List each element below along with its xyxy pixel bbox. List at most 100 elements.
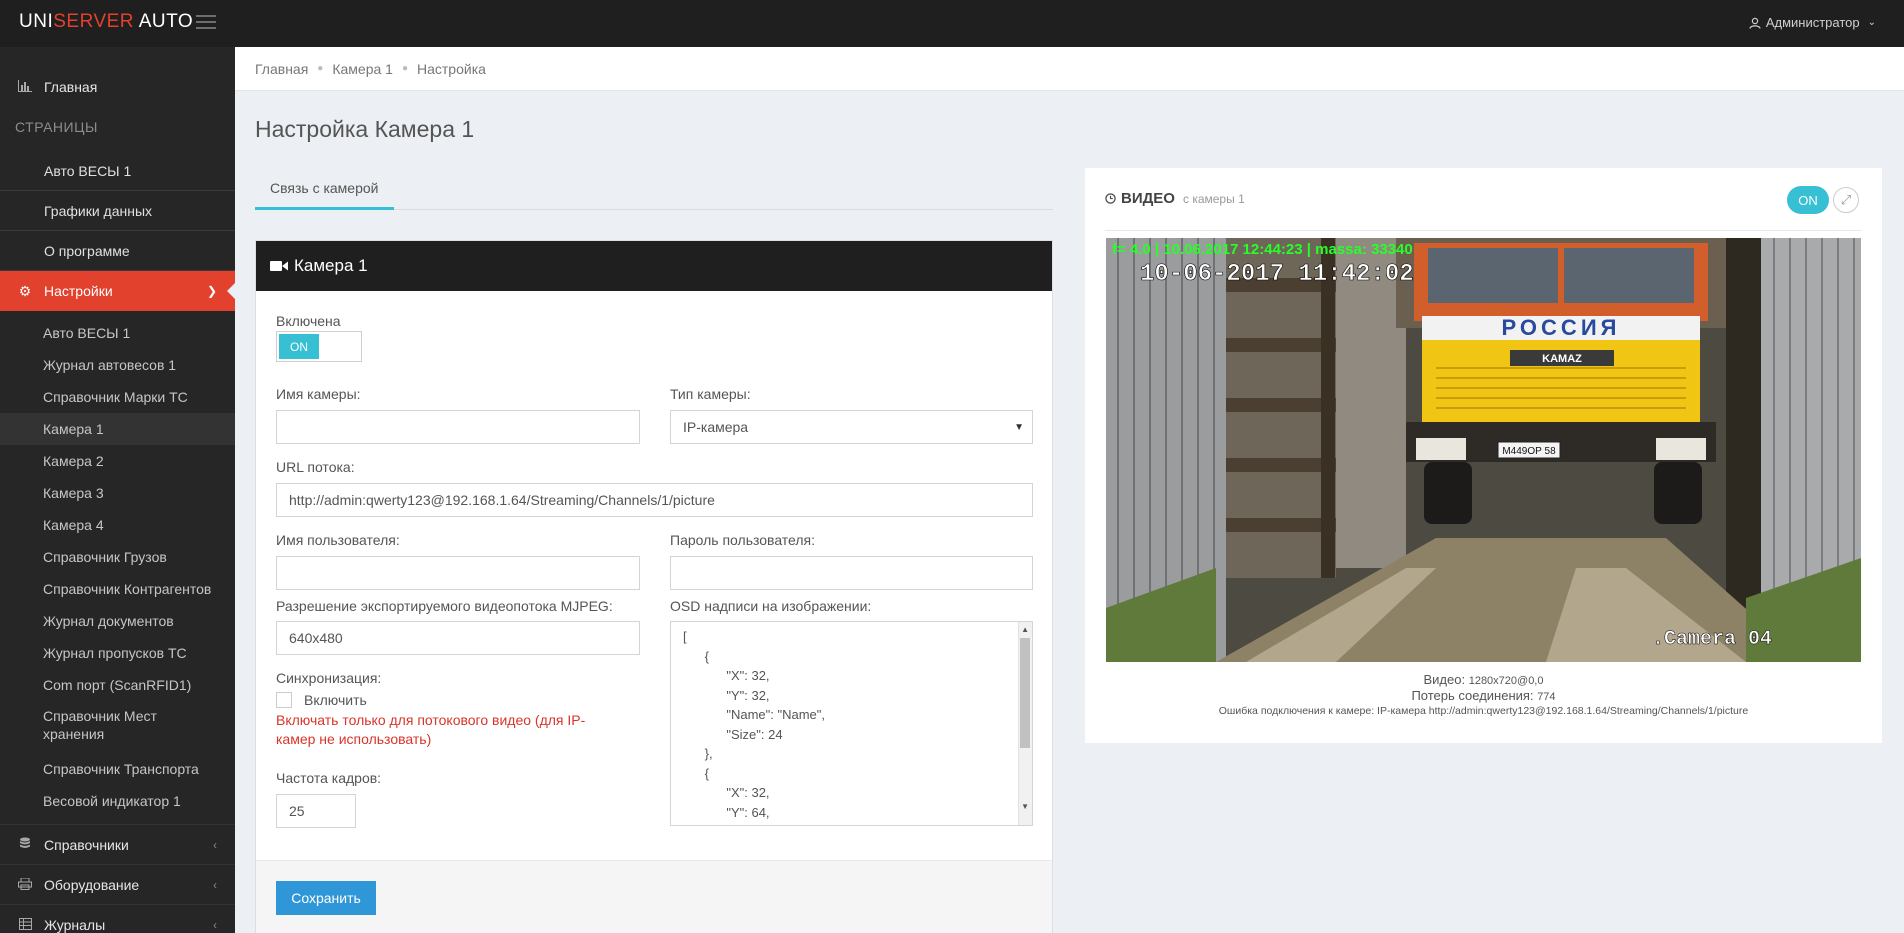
video-frame: РОССИЯ KAMAZ М449ОР 58 f= 4.0 | 10.06.20… xyxy=(1106,238,1861,662)
sidebar-header-pages: СТРАНИЦЫ xyxy=(15,119,98,135)
osd-label: OSD надписи на изображении: xyxy=(670,598,872,614)
sync-checkbox[interactable] xyxy=(276,692,292,708)
expand-icon[interactable]: ⤢ xyxy=(1833,187,1859,213)
breadcrumb-separator: ● xyxy=(401,63,408,74)
video-panel: ВИДЕО с камеры 1 ON ⤢ РОССИЯ KAMAZ М449О… xyxy=(1085,168,1882,743)
enabled-toggle[interactable]: ON xyxy=(276,331,362,362)
video-overlay-green: f= 4.0 | 10.06.2017 12:44:23 | massa: 33… xyxy=(1112,241,1413,258)
sidebar-sub-item[interactable]: Весовой индикатор 1 xyxy=(0,785,235,817)
page-title: Настройка Камера 1 xyxy=(255,116,475,142)
sidebar-sub-item[interactable]: Справочник Транспорта xyxy=(0,753,235,785)
video-panel-header: ВИДЕО с камеры 1 xyxy=(1105,190,1245,207)
top-navbar: UNISERVER AUTO Администратор ⌄ xyxy=(0,0,1904,47)
camera-type-value: IP-камера xyxy=(683,419,749,435)
sidebar-sub-item[interactable]: Справочник Грузов xyxy=(0,541,235,573)
connection-loss-value: 774 xyxy=(1537,691,1556,703)
password-label: Пароль пользователя: xyxy=(670,532,816,548)
save-button[interactable]: Сохранить xyxy=(276,881,376,915)
database-icon xyxy=(15,837,35,853)
camera-name-input[interactable] xyxy=(276,410,640,444)
sidebar-page-item[interactable]: Графики данных xyxy=(0,191,235,231)
printer-icon xyxy=(15,877,35,893)
sidebar-sub-item[interactable]: Камера 2 xyxy=(0,445,235,477)
sync-warning: Включать только для потокового видео (дл… xyxy=(276,712,586,747)
sync-label: Синхронизация: xyxy=(276,670,382,686)
truck-banner-text: РОССИЯ xyxy=(1502,315,1621,340)
user-menu[interactable]: Администратор ⌄ xyxy=(1749,15,1876,30)
caret-down-icon: ▼ xyxy=(1014,421,1024,433)
sidebar-sub-item-active[interactable]: Камера 1 xyxy=(0,413,235,445)
sidebar-sub-item[interactable]: Журнал документов xyxy=(0,605,235,637)
panel-header: Камера 1 xyxy=(256,241,1052,291)
truck-brand-text: KAMAZ xyxy=(1542,353,1582,365)
connection-loss-label: Потерь соединения: xyxy=(1411,688,1534,703)
menu-toggle-icon[interactable] xyxy=(196,15,216,29)
connection-error: Ошибка подключения к камере: IP-камера h… xyxy=(1218,705,1749,717)
breadcrumb-current: Настройка xyxy=(417,60,486,77)
video-info-value: 1280x720@0,0 xyxy=(1468,675,1544,687)
fps-input[interactable]: 25 xyxy=(276,794,356,828)
chevron-left-icon: ‹ xyxy=(213,917,217,932)
osd-text: [ { "X": 32, "Y": 32, "Name": "Name", "S… xyxy=(683,629,825,825)
sidebar-sub-item[interactable]: Com порт (ScanRFID1) xyxy=(0,669,235,701)
camera-snapshot: РОССИЯ KAMAZ М449ОР 58 f= 4.0 | 10.06.20… xyxy=(1106,238,1861,662)
scroll-up-icon[interactable]: ▲ xyxy=(1021,625,1029,634)
password-input[interactable] xyxy=(670,556,1033,590)
camera-type-select[interactable]: IP-камера ▼ xyxy=(670,410,1033,444)
video-info: Видео: 1280x720@0,0 xyxy=(1085,672,1882,687)
breadcrumb-separator: ● xyxy=(317,63,324,74)
sidebar-item-references[interactable]: Справочники ‹ xyxy=(0,824,235,864)
camera-settings-panel: Камера 1 Включена ON Имя камеры: Тип кам… xyxy=(255,240,1053,933)
breadcrumb-camera[interactable]: Камера 1 xyxy=(332,61,393,77)
sidebar-item-settings[interactable]: ⚙ Настройки ❯ xyxy=(0,271,235,311)
user-name: Администратор xyxy=(1765,15,1860,30)
tab-bar: Связь с камерой xyxy=(255,168,1053,210)
video-on-button[interactable]: ON xyxy=(1787,186,1829,214)
tab-camera-connection[interactable]: Связь с камерой xyxy=(255,168,394,210)
sidebar-sub-item[interactable]: Справочник Марки ТС xyxy=(0,381,235,413)
sidebar-sub-item[interactable]: Справочник Мест хранения xyxy=(0,701,235,753)
video-subtitle: с камеры 1 xyxy=(1182,191,1245,206)
username-label: Имя пользователя: xyxy=(276,532,400,548)
sidebar-sub-item[interactable]: Авто ВЕСЫ 1 xyxy=(0,317,235,349)
resolution-input[interactable]: 640x480 xyxy=(276,621,640,655)
sidebar-item-journals[interactable]: Журналы ‹ xyxy=(0,904,235,933)
resolution-label: Разрешение экспортируемого видеопотока M… xyxy=(276,598,613,614)
chevron-left-icon: ‹ xyxy=(213,877,217,892)
sidebar-sub-item[interactable]: Камера 4 xyxy=(0,509,235,541)
chevron-left-icon: ‹ xyxy=(213,837,217,852)
sidebar: Главная СТРАНИЦЫ Авто ВЕСЫ 1 Графики дан… xyxy=(0,47,235,933)
divider xyxy=(1105,230,1862,231)
scroll-down-icon[interactable]: ▼ xyxy=(1021,802,1029,811)
sidebar-sub-item[interactable]: Камера 3 xyxy=(0,477,235,509)
user-icon xyxy=(1749,17,1761,29)
sidebar-item-equipment[interactable]: Оборудование ‹ xyxy=(0,864,235,904)
osd-textarea[interactable]: [ { "X": 32, "Y": 32, "Name": "Name", "S… xyxy=(670,621,1033,826)
enabled-label: Включена xyxy=(276,313,341,329)
scrollbar-thumb[interactable] xyxy=(1020,638,1030,748)
video-overlay-time: 10-06-2017 11:42:02 xyxy=(1140,261,1414,288)
breadcrumb: Главная ● Камера 1 ● Настройка xyxy=(235,47,1904,91)
bar-chart-icon xyxy=(15,79,35,95)
breadcrumb-home[interactable]: Главная xyxy=(255,61,308,77)
clock-icon xyxy=(1105,193,1116,204)
sync-checkbox-label[interactable]: Включить xyxy=(304,692,367,708)
chevron-down-icon: ❯ xyxy=(206,284,217,298)
license-plate: М449ОР 58 xyxy=(1502,446,1556,457)
sidebar-sub-item[interactable]: Справочник Контрагентов xyxy=(0,573,235,605)
app-logo[interactable]: UNISERVER AUTO xyxy=(19,11,193,33)
sidebar-item-home[interactable]: Главная xyxy=(0,67,235,107)
stream-url-input[interactable]: http://admin:qwerty123@192.168.1.64/Stre… xyxy=(276,483,1033,517)
sidebar-page-item[interactable]: Авто ВЕСЫ 1 xyxy=(0,151,235,191)
gear-icon: ⚙ xyxy=(18,282,32,299)
video-camera-icon xyxy=(270,261,288,271)
table-icon xyxy=(15,917,35,933)
sidebar-sub-item[interactable]: Журнал пропусков ТС xyxy=(0,637,235,669)
video-info-label: Видео: xyxy=(1423,672,1466,687)
sidebar-page-item[interactable]: О программе xyxy=(0,231,235,271)
connection-loss-info: Потерь соединения: 774 xyxy=(1085,688,1882,703)
sidebar-sub-item[interactable]: Журнал автовесов 1 xyxy=(0,349,235,381)
chevron-down-icon: ⌄ xyxy=(1867,17,1876,28)
username-input[interactable] xyxy=(276,556,640,590)
camera-name-label: Имя камеры: xyxy=(276,386,361,402)
